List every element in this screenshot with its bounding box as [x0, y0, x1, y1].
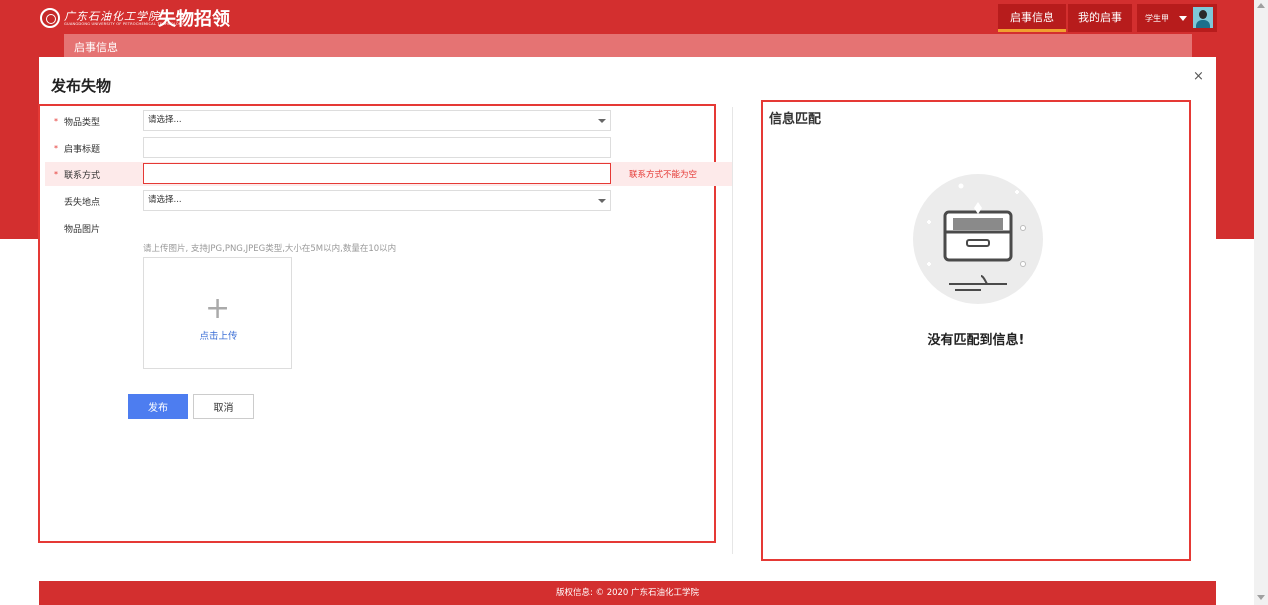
item-type-select[interactable]: 请选择...	[143, 110, 611, 131]
close-icon[interactable]: ×	[1193, 69, 1204, 84]
upload-label: 点击上传	[199, 331, 238, 342]
cancel-button[interactable]: 取消	[193, 394, 254, 419]
caret-down-icon[interactable]	[1179, 16, 1187, 21]
nav-tab-my-notices[interactable]: 我的启事	[1068, 4, 1132, 32]
contact-row: * 联系方式 联系方式不能为空	[45, 162, 733, 186]
lost-place-label: 丢失地点	[64, 198, 101, 208]
notice-title-row: * 启事标题	[45, 136, 733, 160]
contact-error-message: 联系方式不能为空	[629, 170, 698, 180]
breadcrumb-label: 启事信息	[74, 41, 118, 54]
user-name: 学生甲	[1145, 14, 1169, 23]
publish-form: * 物品类型 请选择... * 启事标题 * 联系方式 联系方式不能为空 丢失地…	[38, 104, 733, 543]
avatar[interactable]	[1193, 7, 1213, 28]
page-scrollbar[interactable]	[1254, 0, 1268, 605]
chevron-down-icon	[598, 199, 606, 203]
app-title: 失物招领	[158, 9, 230, 30]
dialog-title: 发布失物	[51, 77, 112, 95]
plus-icon: +	[205, 291, 231, 326]
match-title: 信息匹配	[769, 112, 822, 127]
notice-title-label: 启事标题	[64, 145, 101, 155]
panel-divider	[732, 107, 733, 554]
publish-button[interactable]: 发布	[128, 394, 188, 419]
match-panel: 信息匹配 没有匹配到信息!	[761, 100, 1191, 561]
contact-label: 联系方式	[64, 171, 101, 181]
top-header: 广东石油化工学院 GUANGDONG UNIVERSITY OF PETROCH…	[0, 0, 1254, 34]
upload-box[interactable]: + 点击上传	[143, 257, 292, 369]
contact-input[interactable]	[143, 163, 611, 184]
required-mark: *	[54, 144, 58, 153]
empty-inbox-icon	[913, 174, 1043, 304]
item-type-placeholder: 请选择...	[148, 115, 182, 125]
scroll-down-icon[interactable]	[1257, 595, 1265, 600]
upload-hint: 请上传图片, 支持JPG,PNG,JPEG类型,大小在5M以内,数量在10以内	[143, 244, 397, 254]
images-row: 物品图片	[45, 216, 733, 240]
required-mark: *	[54, 117, 58, 126]
no-match-message: 没有匹配到信息!	[927, 333, 1025, 348]
school-logo-icon	[40, 8, 60, 28]
item-type-label: 物品类型	[64, 118, 101, 128]
nav-tab-notices[interactable]: 启事信息	[998, 4, 1066, 32]
lost-place-row: 丢失地点 请选择...	[45, 189, 733, 213]
user-menu[interactable]: 学生甲	[1137, 4, 1217, 32]
notice-title-input[interactable]	[143, 137, 611, 158]
item-type-row: * 物品类型 请选择...	[45, 109, 733, 133]
lost-place-placeholder: 请选择...	[148, 195, 182, 205]
images-label: 物品图片	[64, 225, 101, 235]
publish-lost-item-dialog: 发布失物 × * 物品类型 请选择... * 启事标题 * 联系方式 联系方式不…	[38, 57, 1216, 605]
breadcrumb: 启事信息	[64, 34, 1192, 57]
required-mark: *	[54, 170, 58, 179]
scroll-up-icon[interactable]	[1257, 3, 1265, 8]
footer-copyright: 版权信息: © 2020 广东石油化工学院	[39, 581, 1216, 605]
lost-place-select[interactable]: 请选择...	[143, 190, 611, 211]
chevron-down-icon	[598, 119, 606, 123]
